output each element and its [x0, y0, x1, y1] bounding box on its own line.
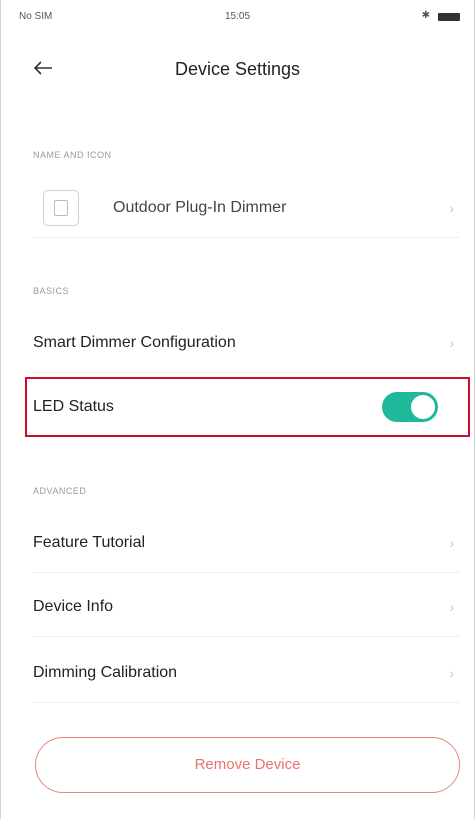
chevron-right-icon: › — [449, 598, 454, 615]
bluetooth-icon: ✱ — [421, 10, 430, 21]
device-name-label: Outdoor Plug-In Dimmer — [113, 198, 287, 216]
device-name-row[interactable]: Outdoor Plug-In Dimmer › — [33, 178, 460, 238]
feature-tutorial-label: Feature Tutorial — [33, 533, 146, 551]
dimming-calibration-label: Dimming Calibration — [33, 663, 178, 681]
section-label-advanced: ADVANCED — [33, 486, 87, 496]
section-label-basics: BASICS — [33, 286, 70, 296]
chevron-right-icon: › — [449, 664, 454, 681]
chevron-right-icon: › — [449, 334, 454, 351]
status-bar: No SIM 15:05 ✱ — [1, 0, 474, 32]
chevron-right-icon: › — [449, 199, 454, 216]
section-label-name-icon: NAME AND ICON — [33, 150, 112, 160]
device-info-label: Device Info — [33, 597, 114, 615]
app-screen: No SIM 15:05 ✱ Device Settings NAME AND … — [0, 0, 475, 819]
clock-text: 15:05 — [224, 11, 251, 22]
smart-dimmer-config-row[interactable]: Smart Dimmer Configuration › — [33, 313, 460, 373]
feature-tutorial-row[interactable]: Feature Tutorial › — [33, 513, 460, 573]
smart-dimmer-config-label: Smart Dimmer Configuration — [33, 333, 236, 351]
highlight-box — [25, 377, 470, 437]
chevron-right-icon: › — [449, 534, 454, 551]
dimming-calibration-row[interactable]: Dimming Calibration › — [33, 643, 460, 703]
plug-device-icon — [43, 190, 79, 226]
remove-device-button[interactable]: Remove Device — [35, 737, 460, 793]
page-title: Device Settings — [174, 59, 301, 79]
battery-icon — [438, 13, 460, 21]
device-info-row[interactable]: Device Info › — [33, 577, 460, 637]
nav-bar: Device Settings — [1, 46, 474, 92]
